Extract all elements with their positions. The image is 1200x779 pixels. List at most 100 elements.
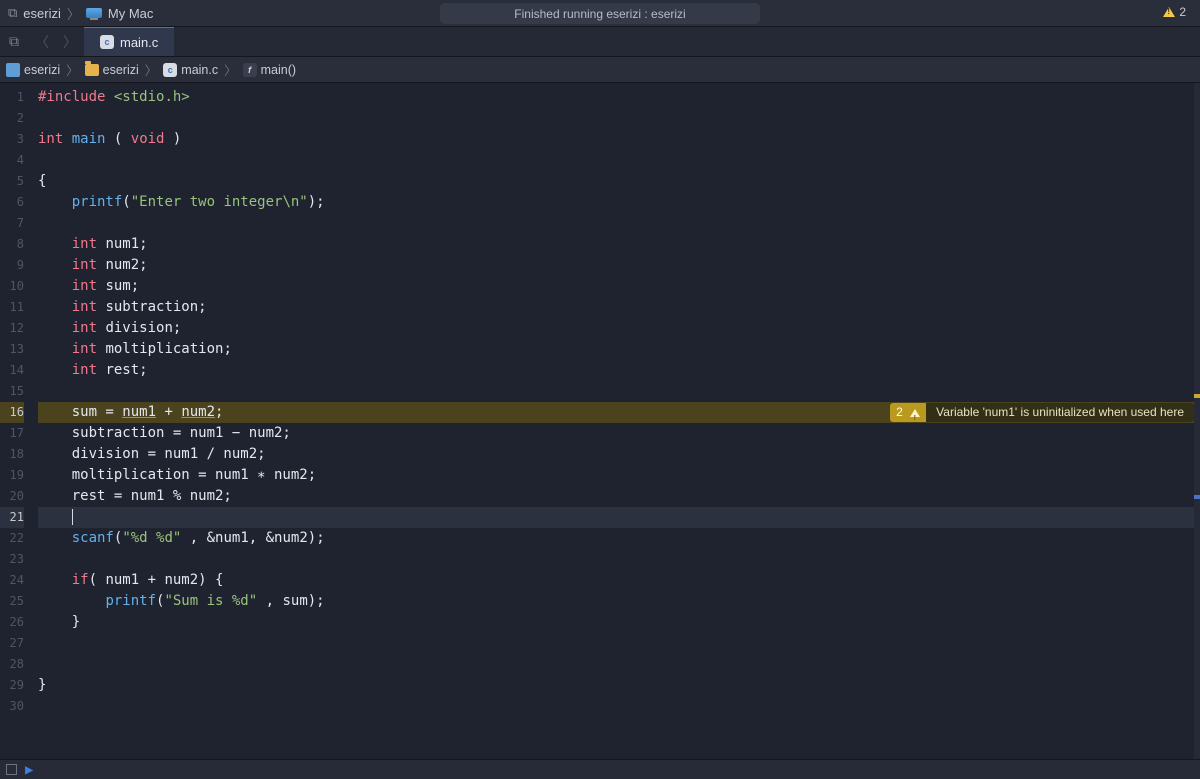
- warning-icon: [1163, 7, 1175, 17]
- nav-forward-button[interactable]: 〉: [56, 27, 84, 56]
- line-number: 6: [0, 192, 24, 213]
- code-line[interactable]: subtraction = num1 − num2;: [38, 423, 1200, 444]
- scheme-selector[interactable]: ⧉ eserizi 〉 My Mac: [8, 4, 153, 23]
- chevron-right-icon: 〉: [145, 60, 158, 79]
- scroll-strip[interactable]: [1194, 83, 1200, 759]
- code-line[interactable]: [38, 633, 1200, 654]
- code-line[interactable]: if( num1 + num2) {: [38, 570, 1200, 591]
- code-line[interactable]: #include <stdio.h>: [38, 87, 1200, 108]
- line-number: 16: [0, 402, 24, 423]
- tab-main-c[interactable]: c main.c: [84, 27, 174, 56]
- code-line[interactable]: [38, 654, 1200, 675]
- chevron-right-icon: 〉: [66, 60, 79, 79]
- code-line[interactable]: int moltiplication;: [38, 339, 1200, 360]
- line-number: 9: [0, 255, 24, 276]
- crumb-symbol[interactable]: main(): [261, 63, 296, 77]
- code-line[interactable]: int division;: [38, 318, 1200, 339]
- c-file-icon: c: [163, 63, 177, 77]
- chevron-right-icon: 〉: [67, 4, 80, 23]
- line-number: 20: [0, 486, 24, 507]
- mac-icon: [86, 8, 102, 18]
- code-line[interactable]: int rest;: [38, 360, 1200, 381]
- line-number: 10: [0, 276, 24, 297]
- warning-icon: [910, 409, 920, 417]
- activity-status[interactable]: Finished running eserizi : eserizi: [440, 3, 760, 24]
- function-icon: f: [243, 63, 257, 77]
- line-number: 17: [0, 423, 24, 444]
- code-line[interactable]: sum = num1 + num2;2 Variable 'num1' is u…: [38, 402, 1200, 423]
- line-number: 1: [0, 87, 24, 108]
- terminal-icon: ⧉: [8, 5, 17, 21]
- line-number: 11: [0, 297, 24, 318]
- crumb-folder[interactable]: eserizi: [103, 63, 139, 77]
- code-line[interactable]: int num2;: [38, 255, 1200, 276]
- line-number: 28: [0, 654, 24, 675]
- code-line[interactable]: [38, 108, 1200, 129]
- tab-label: main.c: [120, 35, 158, 50]
- line-number: 27: [0, 633, 24, 654]
- bottom-bar: ▶: [0, 759, 1200, 779]
- line-number: 30: [0, 696, 24, 717]
- line-number: 26: [0, 612, 24, 633]
- line-number: 24: [0, 570, 24, 591]
- code-area[interactable]: #include <stdio.h> int main ( void ) { p…: [32, 83, 1200, 759]
- code-line[interactable]: [38, 213, 1200, 234]
- code-line[interactable]: }: [38, 612, 1200, 633]
- breadcrumb: eserizi 〉 eserizi 〉 c main.c 〉 f main(): [0, 57, 1200, 83]
- line-number-gutter: 1234567891011121314151617181920212223242…: [0, 83, 32, 759]
- line-number: 23: [0, 549, 24, 570]
- code-line[interactable]: }: [38, 675, 1200, 696]
- code-line[interactable]: [38, 507, 1200, 528]
- code-line[interactable]: [38, 549, 1200, 570]
- crumb-file[interactable]: main.c: [181, 63, 218, 77]
- line-number: 29: [0, 675, 24, 696]
- code-line[interactable]: printf("Sum is %d" , sum);: [38, 591, 1200, 612]
- toolbar: ⧉ eserizi 〉 My Mac Finished running eser…: [0, 0, 1200, 27]
- code-line[interactable]: int subtraction;: [38, 297, 1200, 318]
- issues-badge[interactable]: 2: [1163, 5, 1186, 19]
- filter-icon[interactable]: ▶: [25, 762, 33, 778]
- filter-toggle[interactable]: [6, 764, 17, 775]
- line-number: 8: [0, 234, 24, 255]
- line-number: 21: [0, 507, 24, 528]
- nav-back-button[interactable]: 〈: [28, 27, 56, 56]
- line-number: 4: [0, 150, 24, 171]
- code-line[interactable]: printf("Enter two integer\n");: [38, 192, 1200, 213]
- line-number: 14: [0, 360, 24, 381]
- line-number: 2: [0, 108, 24, 129]
- line-number: 22: [0, 528, 24, 549]
- line-number: 19: [0, 465, 24, 486]
- status-text: Finished running eserizi : eserizi: [514, 7, 685, 21]
- code-line[interactable]: scanf("%d %d" , &num1, &num2);: [38, 528, 1200, 549]
- code-line[interactable]: int sum;: [38, 276, 1200, 297]
- chevron-right-icon: 〉: [224, 60, 237, 79]
- code-line[interactable]: {: [38, 171, 1200, 192]
- tab-bar: ⧉ 〈 〉 c main.c: [0, 27, 1200, 57]
- c-file-icon: c: [100, 35, 114, 49]
- code-line[interactable]: int main ( void ): [38, 129, 1200, 150]
- scheme-name: eserizi: [23, 6, 61, 21]
- inline-warning-count: 2: [890, 403, 926, 422]
- line-number: 3: [0, 129, 24, 150]
- inline-warning-message: Variable 'num1' is uninitialized when us…: [926, 403, 1194, 422]
- code-line[interactable]: rest = num1 % num2;: [38, 486, 1200, 507]
- warning-marker[interactable]: [1194, 394, 1200, 398]
- code-line[interactable]: [38, 150, 1200, 171]
- related-items-button[interactable]: ⧉: [0, 27, 28, 56]
- line-number: 5: [0, 171, 24, 192]
- crumb-project[interactable]: eserizi: [24, 63, 60, 77]
- code-line[interactable]: division = num1 / num2;: [38, 444, 1200, 465]
- line-number: 13: [0, 339, 24, 360]
- folder-icon: [85, 64, 99, 76]
- code-line[interactable]: [38, 381, 1200, 402]
- destination-name: My Mac: [108, 6, 154, 21]
- code-line[interactable]: moltiplication = num1 ∗ num2;: [38, 465, 1200, 486]
- line-number: 12: [0, 318, 24, 339]
- code-editor[interactable]: 1234567891011121314151617181920212223242…: [0, 83, 1200, 759]
- line-number: 15: [0, 381, 24, 402]
- code-line[interactable]: [38, 696, 1200, 717]
- line-number: 25: [0, 591, 24, 612]
- line-number: 7: [0, 213, 24, 234]
- code-line[interactable]: int num1;: [38, 234, 1200, 255]
- inline-warning[interactable]: 2 Variable 'num1' is uninitialized when …: [890, 403, 1194, 422]
